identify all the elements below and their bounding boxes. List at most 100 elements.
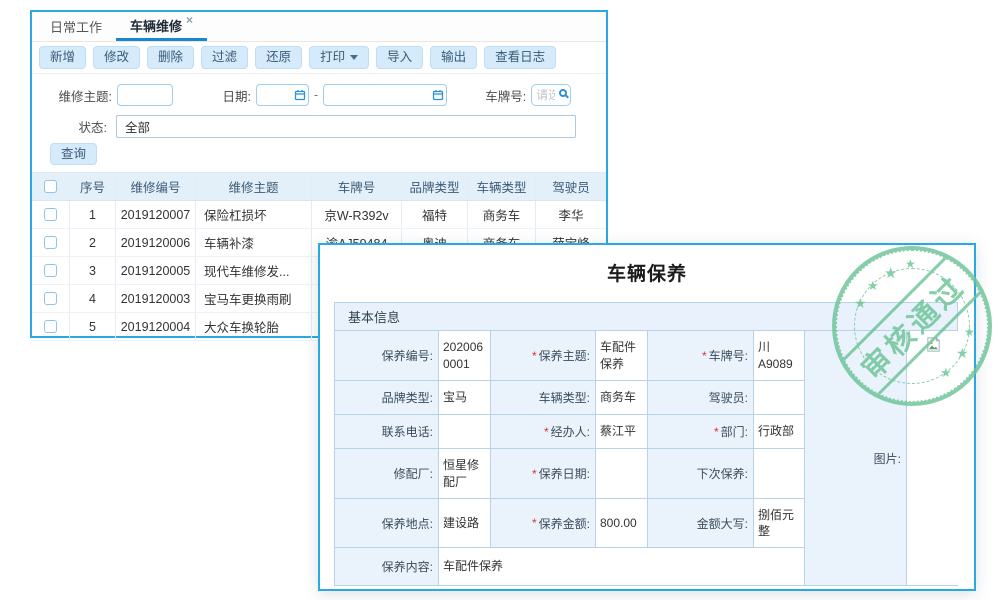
field-label-maintain-date: *保养日期: [491,449,596,499]
repair-topic-link[interactable]: 现代车维修发... [196,257,312,284]
row-checkbox[interactable] [44,264,57,277]
field-label-brand: 品牌类型: [335,381,439,415]
repair-topic-label: 维修主题: [32,86,112,105]
add-button[interactable]: 新增 [39,46,86,69]
field-label-maintain-no: 保养编号: [335,331,439,381]
field-label-department: *部门: [648,415,754,449]
row-checkbox[interactable] [44,208,57,221]
section-header: 基本信息 [335,303,957,331]
picture-cell[interactable] [907,331,959,585]
col-header-code: 维修编号 [116,173,196,200]
field-label-driver: 驾驶员: [648,381,754,415]
field-value-plate[interactable]: 川A9089 [754,331,805,381]
field-value-topic[interactable]: 车配件保养 [596,331,648,381]
select-all-checkbox[interactable] [44,180,57,193]
query-button[interactable]: 查询 [50,143,97,166]
row-checkbox[interactable] [44,236,57,249]
close-icon[interactable]: × [186,13,193,27]
field-value-amount-caps[interactable]: 捌佰元整 [754,499,805,548]
tab-label: 车辆维修 [130,16,182,35]
picture-label: 图片: [805,331,907,585]
required-marker: * [532,467,537,481]
image-placeholder-icon [925,336,942,353]
repair-code-link[interactable]: 2019120004 [116,313,196,340]
field-label-plate: *车牌号: [648,331,754,381]
col-header-driver: 驾驶员 [536,173,606,200]
field-value-department[interactable]: 行政部 [754,415,805,449]
tab-bar: 日常工作 车辆维修 × [32,12,606,42]
field-value-amount[interactable]: 800.00 [596,499,648,548]
chevron-down-icon [350,55,358,60]
repair-topic-link[interactable]: 大众车换轮胎 [196,313,312,340]
search-icon[interactable] [559,89,567,97]
plate-label: 车牌号: [470,86,526,105]
repair-code-link[interactable]: 2019120006 [116,229,196,256]
field-label-amount: *保养金额: [491,499,596,548]
field-value-place[interactable]: 建设路 [439,499,491,548]
field-label-content: 保养内容: [335,548,439,585]
date-range-separator: - [314,88,318,102]
tab-daily-work[interactable]: 日常工作 [36,12,116,41]
status-value: 全部 [125,117,150,136]
basic-info-form: 图片: 保养编号: 2020060001 *保养主题: 车配件保养 *车牌号: … [335,331,957,585]
field-label-vehicle-type: 车辆类型: [491,381,596,415]
repair-code-link[interactable]: 2019120007 [116,201,196,228]
field-value-handler[interactable]: 蔡江平 [596,415,648,449]
export-button[interactable]: 输出 [430,46,477,69]
repair-topic-link[interactable]: 车辆补漆 [196,229,312,256]
col-header-plate: 车牌号 [312,173,402,200]
dialog-title: 车辆保养 [320,259,974,286]
delete-button[interactable]: 删除 [147,46,194,69]
field-value-phone[interactable] [439,415,491,449]
field-label-amount-caps: 金额大写: [648,499,754,548]
required-marker: * [702,349,707,363]
basic-info-panel: 基本信息 图片: 保养编号: 2020060001 *保养主题: 车配件保养 *… [334,302,958,586]
col-header-no: 序号 [70,173,116,200]
required-marker: * [714,425,719,439]
col-header-vtype: 车辆类型 [468,173,536,200]
repair-topic-link[interactable]: 宝马车更换雨刷 [196,285,312,312]
status-select[interactable]: 全部 [116,115,576,138]
table-header-row: 序号 维修编号 维修主题 车牌号 品牌类型 车辆类型 驾驶员 [32,173,606,201]
required-marker: * [532,516,537,530]
repair-code-link[interactable]: 2019120005 [116,257,196,284]
query-row: 查询 [32,139,606,169]
tab-label: 日常工作 [50,17,102,36]
col-header-topic: 维修主题 [196,173,312,200]
table-row[interactable]: 1 2019120007 保险杠损坏 京W-R392v 福特 商务车 李华 [32,201,606,229]
repair-topic-input[interactable] [117,84,173,106]
driver-link[interactable]: 李华 [536,201,606,228]
maintenance-dialog: 车辆保养 基本信息 图片: 保养编号: 2020060001 *保养主题: 车配… [318,243,976,591]
field-value-brand[interactable]: 宝马 [439,381,491,415]
field-value-maintain-no[interactable]: 2020060001 [439,331,491,381]
field-value-driver[interactable] [754,381,805,415]
status-label: 状态: [32,117,107,136]
edit-button[interactable]: 修改 [93,46,140,69]
field-label-phone: 联系电话: [335,415,439,449]
field-value-vehicle-type[interactable]: 商务车 [596,381,648,415]
repair-topic-link[interactable]: 保险杠损坏 [196,201,312,228]
field-value-maintain-date[interactable] [596,449,648,499]
view-log-button[interactable]: 查看日志 [484,46,556,69]
import-button[interactable]: 导入 [376,46,423,69]
filter-button[interactable]: 过滤 [201,46,248,69]
field-value-repair-shop[interactable]: 恒星修配厂 [439,449,491,499]
tab-vehicle-repair[interactable]: 车辆维修 × [116,12,207,41]
status-filter-row: 状态: 全部 [32,113,606,139]
required-marker: * [532,349,537,363]
field-value-next-maintain[interactable] [754,449,805,499]
row-checkbox[interactable] [44,320,57,333]
toolbar: 新增 修改 删除 过滤 还原 打印 导入 输出 查看日志 [32,42,606,74]
date-from-input[interactable] [256,84,309,106]
row-checkbox[interactable] [44,292,57,305]
field-label-handler: *经办人: [491,415,596,449]
date-to-input[interactable] [323,84,447,106]
plate-link[interactable]: 京W-R392v [312,201,402,228]
field-value-content[interactable]: 车配件保养 [439,548,805,585]
field-label-topic: *保养主题: [491,331,596,381]
date-label: 日期: [173,86,251,105]
repair-code-link[interactable]: 2019120003 [116,285,196,312]
restore-button[interactable]: 还原 [255,46,302,69]
col-header-brand: 品牌类型 [402,173,468,200]
print-button[interactable]: 打印 [309,46,369,69]
